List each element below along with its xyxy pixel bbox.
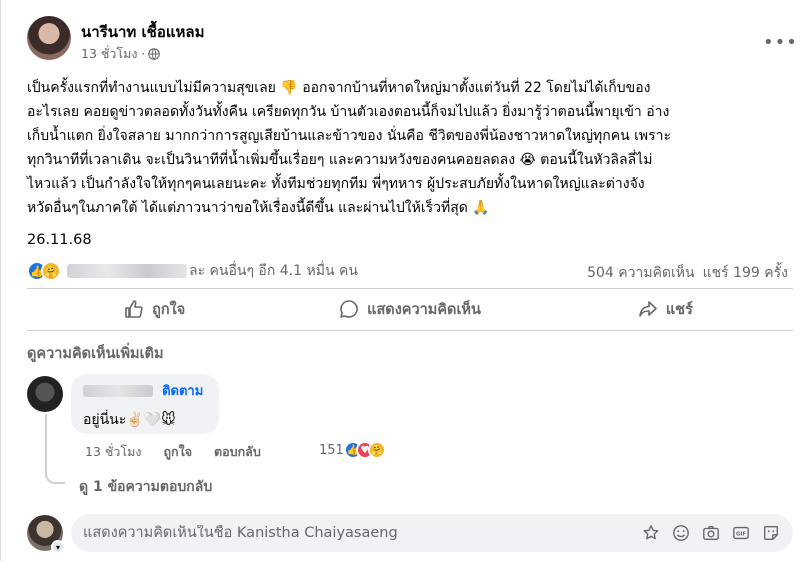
comments-count[interactable]: 504 ความคิดเห็น xyxy=(587,262,695,284)
post-line: อะไรเลย คอยดูข่าวตลอดทั้งวันทั้งคืน เครี… xyxy=(27,104,670,120)
divider xyxy=(27,288,793,289)
like-button[interactable]: ถูกใจ xyxy=(27,292,282,326)
comment-meta: 13 ชั่วโมง ถูกใจ ตอบกลับ xyxy=(85,442,261,462)
sticker-2-icon[interactable] xyxy=(761,523,781,543)
post-card: นารีนาท เชื้อแหลม 13 ชั่วโมง · ••• เป็นค… xyxy=(0,0,800,561)
post-meta: 13 ชั่วโมง · xyxy=(81,44,161,64)
chevron-down-icon[interactable]: ▾ xyxy=(51,540,65,554)
sticker-icon[interactable] xyxy=(641,523,661,543)
action-bar: ถูกใจ แสดงความคิดเห็น แชร์ xyxy=(27,292,793,326)
commenter-name-blurred[interactable] xyxy=(83,384,153,397)
post-text: เป็นครั้งแรกที่ทำงานแบบไม่มีความสุขเลย 👎… xyxy=(27,76,793,220)
comment-header: ติดตาม xyxy=(83,380,207,401)
composer-tools: GIF xyxy=(641,523,781,543)
see-more-comments[interactable]: ดูความคิดเห็นเพิ่มเติม xyxy=(27,342,164,365)
comment-bubble: ติดตาม อยู่นี่นะ✌🏻🤍🐭 xyxy=(71,374,219,434)
like-label: ถูกใจ xyxy=(152,301,186,318)
share-button[interactable]: แชร์ xyxy=(538,292,793,326)
gif-icon[interactable]: GIF xyxy=(731,523,751,543)
care-reaction-icon: 🤗 xyxy=(367,441,386,459)
blurred-name xyxy=(67,264,187,278)
camera-icon[interactable] xyxy=(701,523,721,543)
engagement-counts: 504 ความคิดเห็น แชร์ 199 ครั้ง xyxy=(587,262,788,284)
comment-composer: GIF xyxy=(71,514,793,552)
comment-reply-button[interactable]: ตอบกลับ xyxy=(214,442,261,462)
view-replies-link[interactable]: ดู 1 ข้อความตอบกลับ xyxy=(79,476,212,498)
more-icon[interactable]: ••• xyxy=(763,32,798,53)
thread-line xyxy=(45,414,65,484)
comment-button[interactable]: แสดงความคิดเห็น xyxy=(282,292,537,326)
post-line: เก็บน้ำแตก ยิ่งใจสลาย มากกว่าการสูญเสียบ… xyxy=(27,128,672,144)
author-avatar[interactable] xyxy=(27,16,71,60)
post-line: หวัดอื่นๆในภาคใต้ ได้แต่ภาวนาว่าขอให้เรื… xyxy=(27,200,490,216)
svg-text:GIF: GIF xyxy=(736,532,746,538)
comment-reactions[interactable]: 151 👍 ♥ 🤗 xyxy=(319,441,386,459)
divider xyxy=(27,330,793,331)
globe-icon xyxy=(148,48,161,60)
comment-icon xyxy=(340,300,358,318)
reaction-summary[interactable]: 👍 🤗 ละ คนอื่นๆ อีก 4.1 หมื่น คน xyxy=(27,260,358,282)
care-reaction-icon: 🤗 xyxy=(41,261,61,281)
reaction-text: ละ คนอื่นๆ อีก 4.1 หมื่น คน xyxy=(189,263,358,279)
post-line: เป็นครั้งแรกที่ทำงานแบบไม่มีความสุขเลย 👎… xyxy=(27,80,651,96)
post-time[interactable]: 13 ชั่วโมง · xyxy=(81,44,145,64)
comment-label: แสดงความคิดเห็น xyxy=(367,301,481,318)
share-icon xyxy=(639,301,657,317)
comment-reaction-count: 151 xyxy=(319,442,344,458)
comment-text: อยู่นี่นะ✌🏻🤍🐭 xyxy=(83,412,176,428)
comment-time[interactable]: 13 ชั่วโมง xyxy=(85,442,141,462)
post-line: ทุกวินาทีที่เวลาเดิน จะเป็นวินาทีที่น้ำเ… xyxy=(27,152,653,168)
share-label: แชร์ xyxy=(665,301,693,318)
comment-like-button[interactable]: ถูกใจ xyxy=(163,442,192,462)
follow-button[interactable]: ติดตาม xyxy=(162,384,203,399)
emoji-icon[interactable] xyxy=(671,523,691,543)
shares-count[interactable]: แชร์ 199 ครั้ง xyxy=(703,262,788,284)
like-icon xyxy=(125,300,143,318)
author-name[interactable]: นารีนาท เชื้อแหลม xyxy=(81,20,204,44)
post-line: ไหวแล้ว เป็นกำลังใจให้ทุกๆคนเลยนะคะ ทั้ง… xyxy=(27,176,645,192)
post-date: 26.11.68 xyxy=(27,232,92,248)
comment-input[interactable] xyxy=(83,525,641,541)
commenter-avatar[interactable] xyxy=(27,376,63,412)
